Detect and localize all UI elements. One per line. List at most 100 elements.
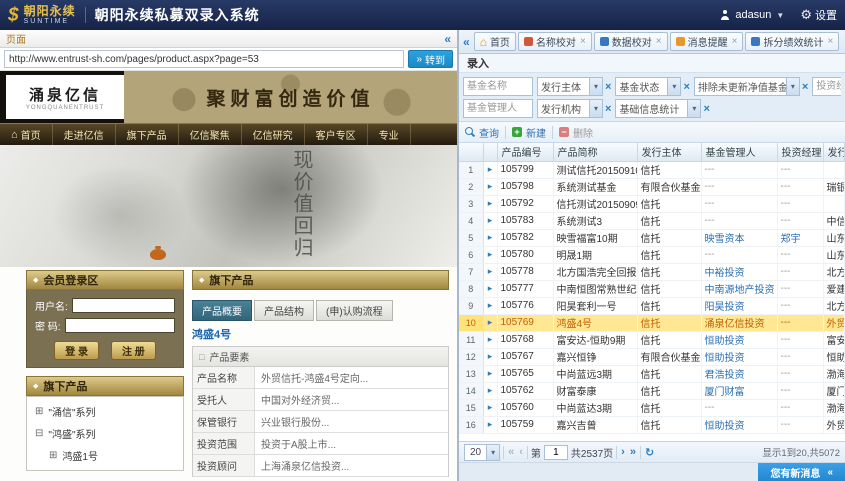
row-link-icon[interactable]: ▸ <box>488 164 493 174</box>
workspace-tab[interactable]: 消息提醒× <box>670 32 744 51</box>
filter-combo-fund-status[interactable]: 基金状态▾× <box>615 77 689 96</box>
workspace-tab[interactable]: 拆分绩效统计× <box>745 32 839 51</box>
close-icon[interactable]: × <box>827 36 833 47</box>
fund-row[interactable]: 14▸105762财富泰康信托厦门财富---厦门 <box>459 382 845 399</box>
row-link-icon[interactable]: ▸ <box>488 249 493 259</box>
reload-icon[interactable]: ↻ <box>644 446 655 459</box>
tree-expand-icon[interactable]: ⊞ <box>35 406 43 417</box>
clear-filter-icon[interactable]: × <box>605 81 611 93</box>
collapse-panel-icon[interactable]: « <box>463 35 470 49</box>
row-link-icon[interactable]: ▸ <box>488 266 493 276</box>
site-nav-item-7[interactable]: 专业 <box>368 124 411 145</box>
tree-item[interactable]: ⊟"鸿盛"系列 <box>35 426 175 441</box>
last-page-icon[interactable]: » <box>629 446 637 458</box>
row-link-icon[interactable]: ▸ <box>488 181 493 191</box>
filter-input-invest-manager[interactable] <box>812 77 841 96</box>
fund-manager[interactable]: 恒助投资 <box>701 416 777 433</box>
col-header-2[interactable]: 产品简称 <box>553 143 637 161</box>
col-header-6[interactable]: 发行 <box>823 143 845 161</box>
query-button[interactable]: 查询 <box>465 125 499 140</box>
row-link-icon[interactable]: ▸ <box>488 215 493 225</box>
dropdown-arrow-icon[interactable]: ▾ <box>667 78 680 95</box>
col-header-3[interactable]: 发行主体 <box>637 143 701 161</box>
fund-manager[interactable]: 厦门财富 <box>701 382 777 399</box>
first-page-icon[interactable]: « <box>507 446 515 458</box>
row-link-icon[interactable]: ▸ <box>488 351 493 361</box>
close-icon[interactable]: × <box>580 36 586 47</box>
row-link-icon[interactable]: ▸ <box>488 300 493 310</box>
collapse-left-icon[interactable]: « <box>444 33 451 45</box>
fund-row[interactable]: 7▸105778北方国浩完全回报信托中裕投资---北方 <box>459 263 845 280</box>
fund-manager[interactable]: 阳昊投资 <box>701 297 777 314</box>
site-password-input[interactable] <box>65 318 175 333</box>
row-link-icon[interactable]: ▸ <box>488 368 493 378</box>
clear-filter-icon[interactable]: × <box>605 103 611 115</box>
product-tab-3[interactable]: (申)认购流程 <box>316 300 393 321</box>
dropdown-arrow-icon[interactable]: ▾ <box>687 100 700 117</box>
site-nav-item-4[interactable]: 亿信聚焦 <box>179 124 242 145</box>
row-link-icon[interactable]: ▸ <box>488 283 493 293</box>
tree-collapse-icon[interactable]: ⊟ <box>35 428 43 439</box>
new-message-notification[interactable]: 您有新消息 « <box>758 463 845 481</box>
site-username-input[interactable] <box>72 298 175 313</box>
filter-input-fund-name[interactable] <box>463 77 533 96</box>
filter-combo-issuer-type[interactable]: 发行主体▾× <box>537 77 611 96</box>
row-link-icon[interactable]: ▸ <box>488 232 493 242</box>
site-nav-item-6[interactable]: 客户专区 <box>305 124 368 145</box>
fund-manager[interactable]: 恒助投资 <box>701 348 777 365</box>
fund-row[interactable]: 9▸105776阳昊套利一号信托阳昊投资---北方 <box>459 297 845 314</box>
url-input[interactable] <box>4 50 404 68</box>
close-icon[interactable]: × <box>732 36 738 47</box>
close-icon[interactable]: × <box>656 36 662 47</box>
col-header-1[interactable]: 产品编号 <box>497 143 553 161</box>
settings-button[interactable]: ⚙ 设置 <box>800 7 837 23</box>
filter-combo-exclude-stale-nav[interactable]: 排除未更新净值基金▾× <box>694 77 808 96</box>
workspace-tab[interactable]: ⌂首页 <box>474 32 516 51</box>
create-button[interactable]: + 新建 <box>512 125 546 140</box>
tree-expand-icon[interactable]: ⊞ <box>49 450 57 461</box>
next-page-icon[interactable]: › <box>620 446 626 458</box>
site-nav-item-1[interactable]: ⌂首页 <box>0 124 53 145</box>
site-nav-item-2[interactable]: 走进亿信 <box>53 124 116 145</box>
product-tab-1[interactable]: 产品概要 <box>192 300 252 321</box>
dropdown-arrow-icon[interactable]: ▾ <box>786 78 799 95</box>
fund-row[interactable]: 1▸105799测试信托20150910信托------ <box>459 161 845 178</box>
clear-filter-icon[interactable]: × <box>703 103 709 115</box>
clear-filter-icon[interactable]: × <box>802 81 808 93</box>
row-link-icon[interactable]: ▸ <box>488 402 493 412</box>
fund-row[interactable]: 10▸105769鸿盛4号信托涌泉亿信投资---外贸 <box>459 314 845 331</box>
fund-row[interactable]: 8▸105777中南恒图常熟世纪璃城信托中南源地产投资---爱建 <box>459 280 845 297</box>
fund-row[interactable]: 6▸105780明晟1期信托------山东 <box>459 246 845 263</box>
filter-input-fund-manager[interactable] <box>463 99 533 118</box>
clear-filter-icon[interactable]: × <box>683 81 689 93</box>
fund-pm[interactable]: 郑宇 <box>777 229 823 246</box>
fund-row[interactable]: 4▸105783系统测试3信托------中信 <box>459 212 845 229</box>
tree-item[interactable]: ⊞"涌信"系列 <box>35 404 175 419</box>
page-size-select[interactable]: 20 ▾ <box>464 444 500 461</box>
workspace-tab[interactable]: 数据校对× <box>594 32 668 51</box>
fund-manager[interactable]: 中裕投资 <box>701 263 777 280</box>
fund-manager[interactable]: 恒助投资 <box>701 331 777 348</box>
login-button[interactable]: 登 录 <box>54 341 99 360</box>
col-header-5[interactable]: 投资经理 <box>777 143 823 161</box>
dropdown-arrow-icon[interactable]: ▾ <box>589 78 602 95</box>
fund-row[interactable]: 15▸105760中尚蓝达3期信托------渤海 <box>459 399 845 416</box>
row-link-icon[interactable]: ▸ <box>488 317 493 327</box>
user-menu[interactable]: adasun ▼ <box>720 9 784 21</box>
fund-manager[interactable]: 君浩投资 <box>701 365 777 382</box>
page-number-input[interactable] <box>544 445 568 460</box>
delete-button[interactable]: − 删除 <box>559 125 593 140</box>
fund-row[interactable]: 5▸105782映雪福富10期信托映雪资本郑宇山东 <box>459 229 845 246</box>
fund-row[interactable]: 3▸105792信托测试20150909信托------ <box>459 195 845 212</box>
fund-manager[interactable]: 映雪资本 <box>701 229 777 246</box>
workspace-tab[interactable]: 名称校对× <box>518 32 592 51</box>
site-nav-item-5[interactable]: 亿信研究 <box>242 124 305 145</box>
product-tab-2[interactable]: 产品结构 <box>254 300 314 321</box>
fund-row[interactable]: 2▸105798系统测试基金有限合伙基金------瑞银 <box>459 178 845 195</box>
go-button[interactable]: » 转到 <box>408 50 453 68</box>
fund-row[interactable]: 16▸105759嘉兴吉曾信托恒助投资---外贸 <box>459 416 845 433</box>
row-link-icon[interactable]: ▸ <box>488 419 493 429</box>
fund-row[interactable]: 12▸105767嘉兴恒铮有限合伙基金恒助投资---恒助 <box>459 348 845 365</box>
register-button[interactable]: 注 册 <box>111 341 156 360</box>
dropdown-arrow-icon[interactable]: ▾ <box>589 100 602 117</box>
